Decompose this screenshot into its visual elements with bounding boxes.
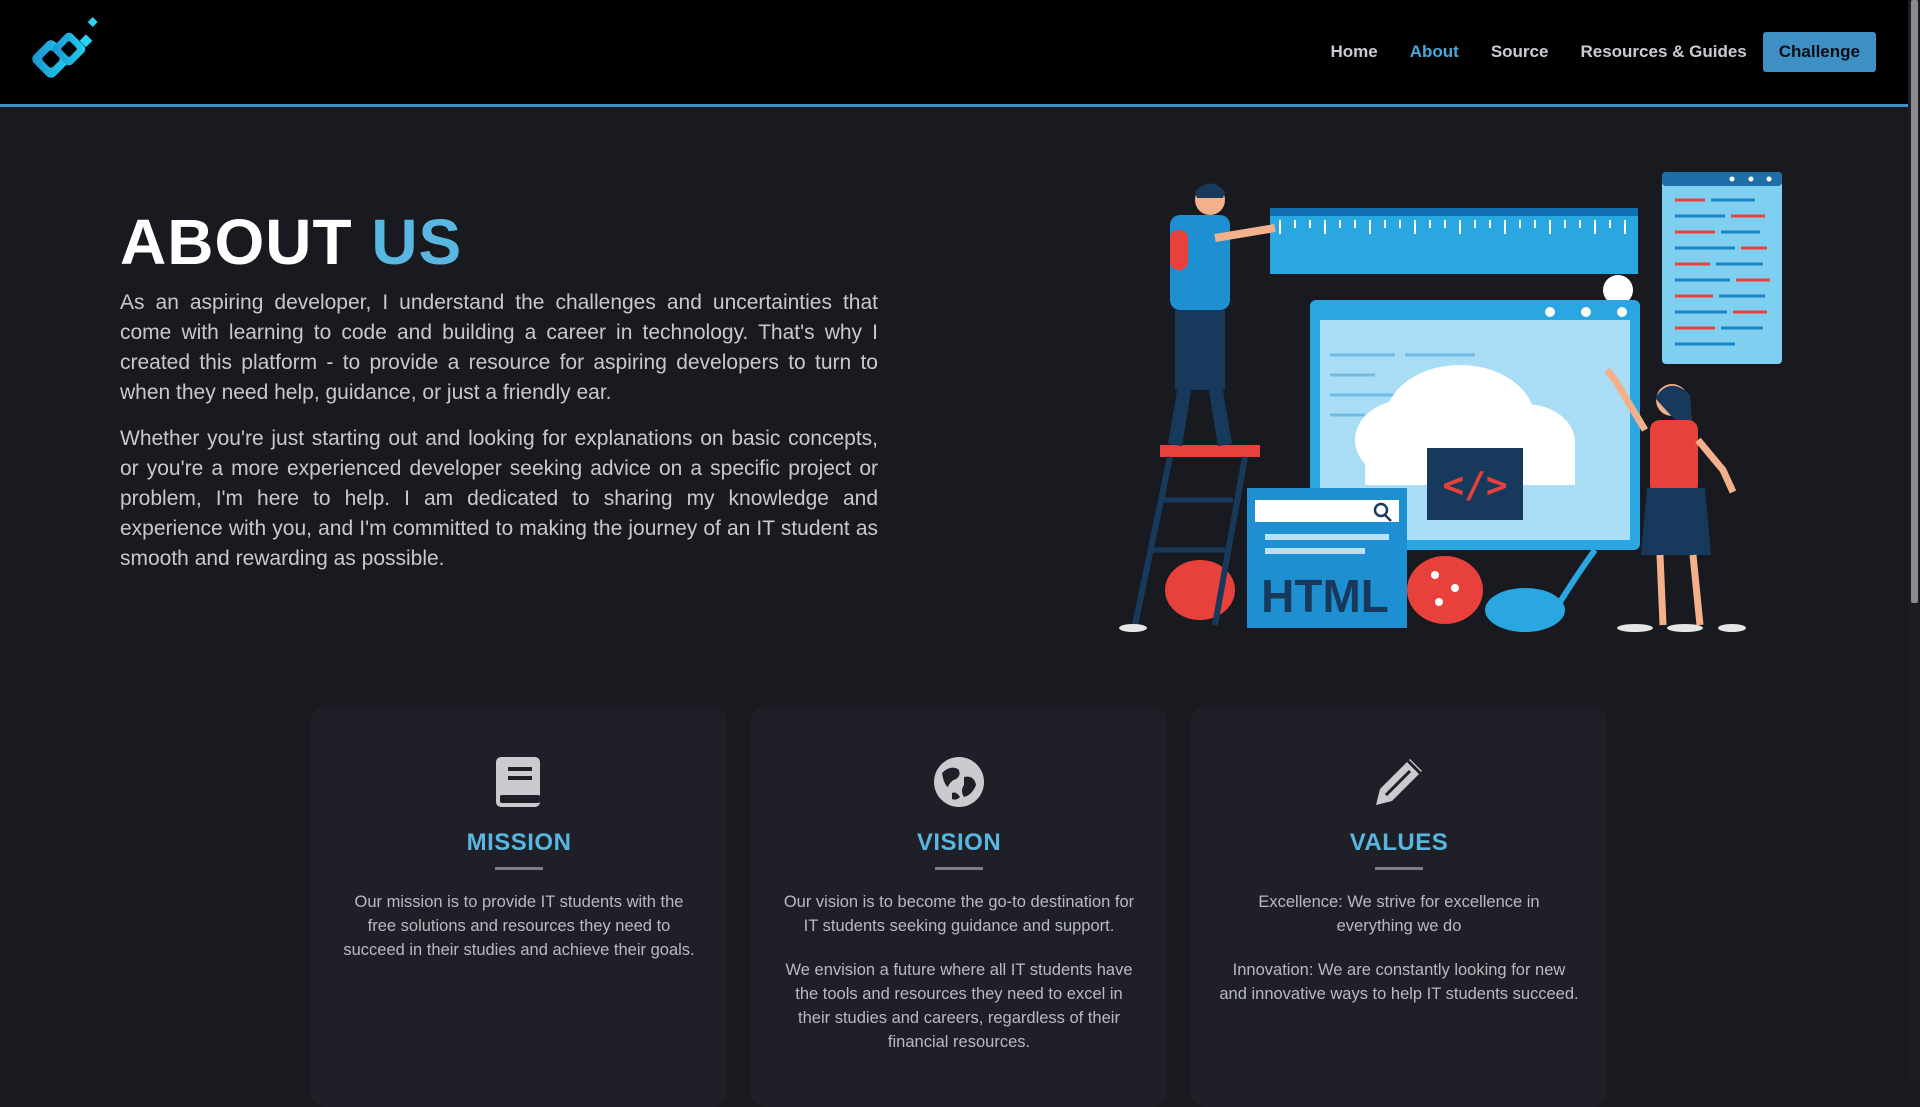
values-paragraph-1: Excellence: We strive for excellence in …: [1258, 893, 1540, 935]
values-paragraph-2: Innovation: We are constantly looking fo…: [1219, 961, 1579, 1003]
svg-text:HTML: HTML: [1261, 570, 1389, 622]
scrollbar-track[interactable]: [1908, 0, 1920, 1080]
svg-text:</>: </>: [1442, 465, 1507, 506]
title-accent: US: [371, 206, 463, 278]
nav-about-link[interactable]: About: [1410, 42, 1459, 62]
title-divider: [1375, 867, 1423, 870]
pencil-icon: [1376, 759, 1422, 805]
vision-title: VISION: [916, 829, 1002, 856]
globe-icon: [934, 757, 984, 807]
site-logo-icon[interactable]: [30, 14, 105, 89]
vision-paragraph-2: We envision a future where all IT studen…: [785, 961, 1133, 1051]
nav-home-link[interactable]: Home: [1331, 42, 1378, 62]
nav-resources-link[interactable]: Resources & Guides: [1580, 42, 1746, 62]
scrollbar-thumb[interactable]: [1911, 0, 1918, 603]
vision-card: VISION Our vision is to become the go-to…: [751, 707, 1167, 1107]
title-main: ABOUT: [120, 206, 353, 278]
mission-card: MISSION Our mission is to provide IT stu…: [311, 707, 727, 1107]
about-paragraph-2: Whether you're just starting out and loo…: [120, 427, 878, 570]
nav-source-link[interactable]: Source: [1491, 42, 1549, 62]
title-divider: [935, 867, 983, 870]
vision-text: Our vision is to become the go-to destin…: [779, 890, 1139, 1074]
values-title: VALUES: [1349, 829, 1449, 856]
about-paragraph-1: As an aspiring developer, I understand t…: [120, 291, 878, 404]
mission-text: Our mission is to provide IT students wi…: [339, 890, 699, 982]
developer-illustration: </> HTML: [1119, 172, 1782, 632]
page-title: ABOUT US: [120, 205, 462, 279]
mission-title: MISSION: [466, 829, 572, 856]
values-text: Excellence: We strive for excellence in …: [1219, 890, 1579, 1026]
top-navbar: Home About Source Resources & Guides Cha…: [0, 0, 1920, 107]
mission-paragraph: Our mission is to provide IT students wi…: [343, 893, 695, 959]
book-icon: [496, 757, 540, 807]
vision-paragraph-1: Our vision is to become the go-to destin…: [783, 893, 1135, 935]
challenge-button[interactable]: Challenge: [1762, 32, 1876, 72]
title-divider: [495, 867, 543, 870]
values-card: VALUES Excellence: We strive for excelle…: [1191, 707, 1607, 1107]
nav-links: Home About Source Resources & Guides Cha…: [1299, 32, 1876, 72]
